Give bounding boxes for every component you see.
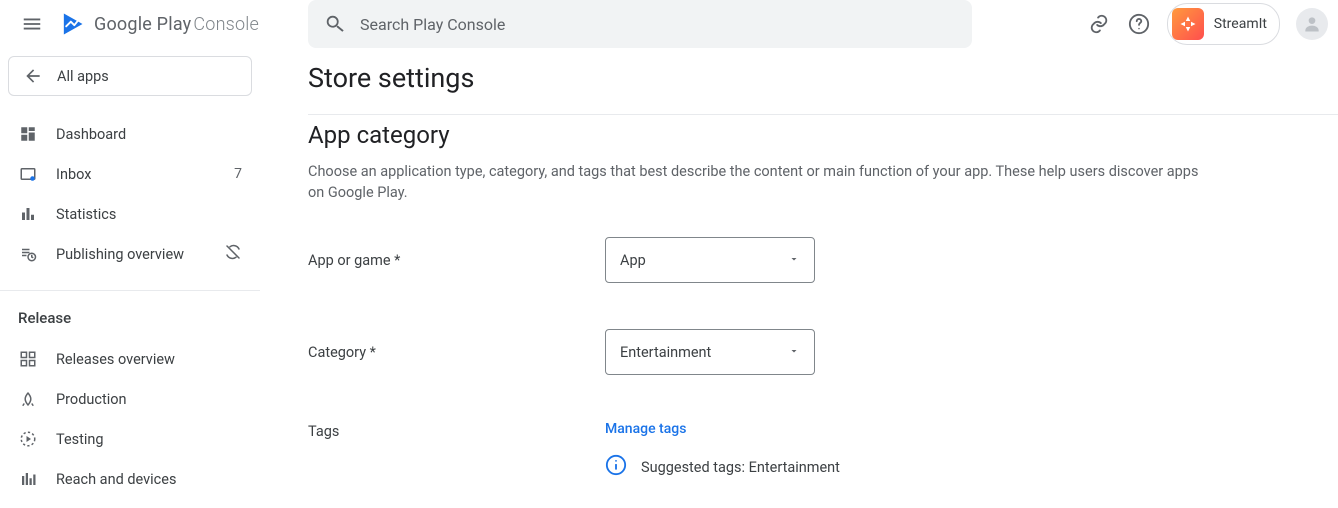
sync-off-icon <box>224 243 242 265</box>
page-title: Store settings <box>308 62 1314 94</box>
link-icon[interactable] <box>1087 12 1111 36</box>
section-description: Choose an application type, category, an… <box>308 161 1208 203</box>
app-switcher[interactable]: StreamIt <box>1167 3 1280 45</box>
sidebar-item-publishing-overview[interactable]: Publishing overview <box>0 234 260 274</box>
sidebar-label: Testing <box>56 431 104 448</box>
sidebar-label: Publishing overview <box>56 246 184 263</box>
sidebar-label: Production <box>56 391 127 408</box>
row-tags: Tags Manage tags <box>308 421 1314 440</box>
sidebar-label: Reach and devices <box>56 471 176 488</box>
main-content: Store settings App category Choose an ap… <box>308 56 1338 508</box>
category-value: Entertainment <box>620 344 711 361</box>
chevron-down-icon <box>788 344 800 361</box>
testing-icon <box>18 429 38 449</box>
all-apps-label: All apps <box>57 68 109 85</box>
row-app-or-game: App or game * App <box>308 237 1314 283</box>
releases-icon <box>18 349 38 369</box>
sidebar-section-release: Release <box>0 303 260 339</box>
sidebar-item-testing[interactable]: Testing <box>0 419 260 459</box>
sidebar-label: Statistics <box>56 206 116 223</box>
inbox-icon <box>18 164 38 184</box>
sidebar-item-releases-overview[interactable]: Releases overview <box>0 339 260 379</box>
category-select[interactable]: Entertainment <box>605 329 815 375</box>
topbar: Google PlayConsole StreamIt <box>0 0 1338 48</box>
sidebar-label: Releases overview <box>56 351 175 368</box>
search-input[interactable] <box>360 15 956 34</box>
app-or-game-value: App <box>620 252 646 269</box>
sidebar-item-inbox[interactable]: Inbox 7 <box>0 154 260 194</box>
logo[interactable]: Google PlayConsole <box>56 8 259 40</box>
topbar-right: StreamIt <box>1087 4 1328 44</box>
statistics-icon <box>18 204 38 224</box>
menu-icon[interactable] <box>8 0 56 48</box>
category-label: Category * <box>308 344 605 361</box>
info-icon <box>605 454 627 480</box>
sidebar-label: Inbox <box>56 166 91 183</box>
tags-label: Tags <box>308 421 605 440</box>
suggested-tags-text: Suggested tags: Entertainment <box>641 459 840 476</box>
chevron-down-icon <box>788 252 800 269</box>
app-icon <box>1172 8 1204 40</box>
logo-text: Google PlayConsole <box>94 14 259 35</box>
app-name-label: StreamIt <box>1214 16 1267 32</box>
row-category: Category * Entertainment <box>308 329 1314 375</box>
publishing-icon <box>18 244 38 264</box>
manage-tags-link[interactable]: Manage tags <box>605 421 686 440</box>
inbox-count-badge: 7 <box>234 166 242 182</box>
sidebar-item-production[interactable]: Production <box>0 379 260 419</box>
sidebar-label: Dashboard <box>56 126 126 143</box>
app-or-game-label: App or game * <box>308 252 605 269</box>
user-avatar[interactable] <box>1296 8 1328 40</box>
arrow-left-icon <box>23 66 43 86</box>
app-or-game-select[interactable]: App <box>605 237 815 283</box>
all-apps-button[interactable]: All apps <box>8 56 252 96</box>
sidebar-item-statistics[interactable]: Statistics <box>0 194 260 234</box>
production-icon <box>18 389 38 409</box>
sidebar-item-reach-devices[interactable]: Reach and devices <box>0 459 260 499</box>
suggested-tags-row: Suggested tags: Entertainment <box>605 454 1314 480</box>
reach-icon <box>18 469 38 489</box>
dashboard-icon <box>18 124 38 144</box>
section-title: App category <box>308 121 1314 149</box>
search-bar[interactable] <box>308 0 972 48</box>
play-logo-icon <box>56 8 88 40</box>
sidebar: All apps Dashboard Inbox 7 Statistics Pu… <box>0 56 260 508</box>
sidebar-item-dashboard[interactable]: Dashboard <box>0 114 260 154</box>
help-icon[interactable] <box>1127 12 1151 36</box>
search-icon <box>324 13 346 35</box>
